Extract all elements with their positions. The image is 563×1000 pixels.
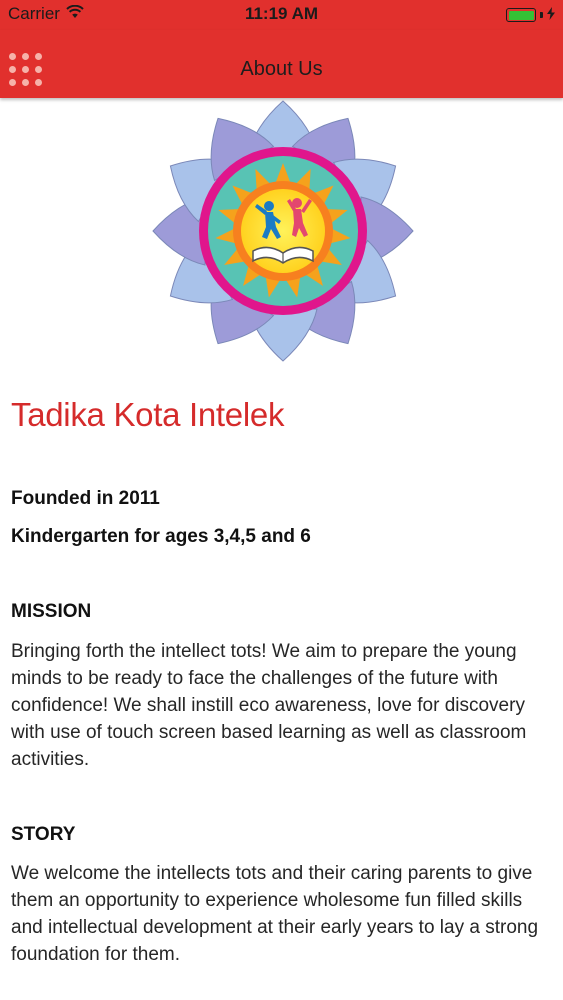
battery-level: [508, 10, 534, 20]
page-title: About Us: [240, 58, 323, 80]
school-name: Tadika Kota Intelek: [11, 396, 285, 433]
mission-heading: MISSION: [11, 601, 92, 622]
story-heading: STORY: [11, 824, 76, 845]
status-bar: Carrier 11:19 AM: [0, 0, 563, 30]
ages-text: Kindergarten for ages 3,4,5 and 6: [11, 526, 311, 547]
school-logo: [138, 98, 428, 368]
status-time: 11:19 AM: [244, 4, 319, 23]
battery-tip: [540, 12, 543, 18]
status-right: [506, 5, 555, 25]
battery-icon: [506, 8, 536, 22]
story-text: We welcome the intellects tots and their…: [11, 863, 539, 965]
mission-text: Bringing forth the intellect tots! We ai…: [11, 641, 527, 770]
founded-text: Founded in 2011: [11, 488, 160, 509]
nav-bar: About Us: [0, 30, 563, 98]
charging-bolt-icon: [547, 5, 555, 25]
